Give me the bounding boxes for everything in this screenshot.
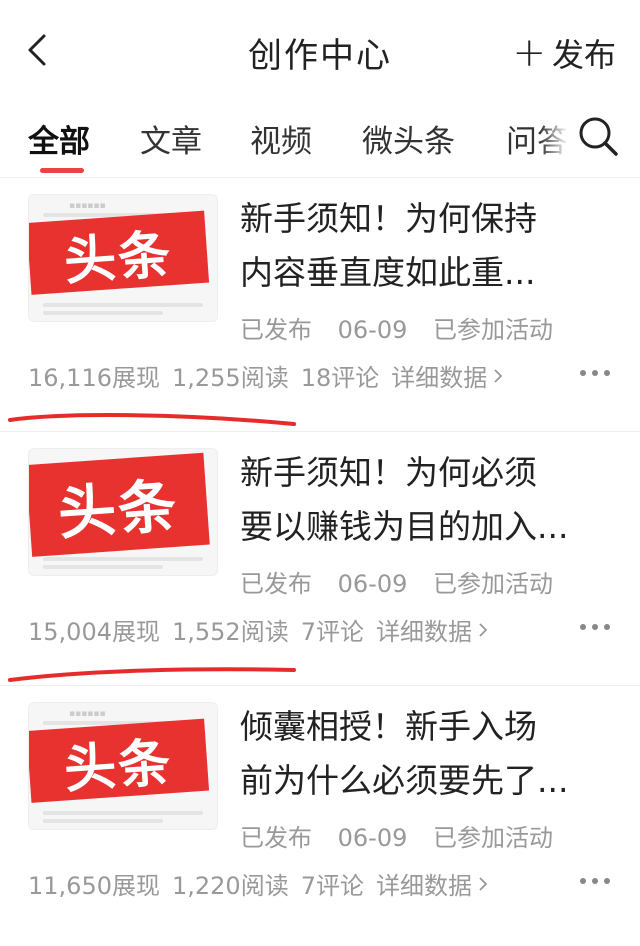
reads-count: 1,552阅读 [171, 618, 289, 646]
tab-all[interactable]: 全部 [28, 116, 90, 161]
article-thumbnail: ▪▪▪▪▪▪ 头条 [28, 194, 218, 322]
publish-date: 06-09 [337, 570, 408, 598]
comments-count: 18评论 [300, 364, 380, 392]
tab-videos[interactable]: 视频 [250, 116, 312, 161]
top-bar: 创作中心 + 发布 [0, 0, 640, 100]
toutiao-logo-banner: 头条 [29, 718, 210, 803]
more-options-icon[interactable] [578, 622, 612, 632]
impressions-count: 15,004展现 [28, 618, 160, 646]
article-meta: 已发布 06-09 已参加活动 [240, 818, 571, 853]
publish-label: 发布 [551, 36, 616, 74]
reads-count: 1,220阅读 [171, 872, 289, 900]
activity-status: 已参加活动 [433, 316, 554, 344]
article-title[interactable]: 倾囊相授！新手入场 前为什么必须要先了... [240, 700, 612, 808]
red-handdrawn-underline [8, 413, 296, 426]
tab-articles[interactable]: 文章 [140, 116, 202, 161]
article-title[interactable]: 新手须知！为何保持 内容垂直度如此重... [240, 192, 612, 300]
article-stats: 16,116展现 1,255阅读 18评论 详细数据 [28, 358, 515, 393]
article-stats: 15,004展现 1,552阅读 7评论 详细数据 [28, 612, 500, 647]
category-tabs: 全部 文章 视频 微头条 问答 [0, 100, 640, 178]
more-options-icon[interactable] [578, 876, 612, 886]
article-stats: 11,650展现 1,220阅读 7评论 详细数据 [28, 866, 500, 901]
article-item[interactable]: ▪▪▪▪▪▪ 头条 倾囊相授！新手入场 前为什么必须要先了... 已发布 06-… [0, 686, 640, 940]
publish-status: 已发布 [240, 570, 312, 598]
detail-data-link[interactable]: 详细数据 [376, 866, 488, 901]
publish-button[interactable]: + 发布 [512, 30, 616, 76]
impressions-count: 16,116展现 [28, 364, 160, 392]
toutiao-logo-banner: 头条 [29, 452, 210, 557]
chevron-right-icon [479, 876, 488, 891]
article-item[interactable]: ▪▪▪▪▪▪ 头条 新手须知！为何保持 内容垂直度如此重... 已发布 06-0… [0, 178, 640, 432]
detail-data-link[interactable]: 详细数据 [391, 358, 503, 393]
article-title[interactable]: 新手须知！为何必须 要以赚钱为目的加入... [240, 446, 612, 554]
tab-micro-headlines[interactable]: 微头条 [362, 116, 455, 161]
article-thumbnail: 头条 [28, 448, 218, 576]
activity-status: 已参加活动 [433, 824, 554, 852]
thumbnail-brand-mark: ▪▪▪▪▪▪ [69, 709, 106, 719]
plus-icon: + [512, 30, 546, 76]
toutiao-logo-banner: 头条 [29, 210, 210, 295]
publish-date: 06-09 [337, 316, 408, 344]
chevron-right-icon [494, 368, 503, 383]
detail-data-link[interactable]: 详细数据 [376, 612, 488, 647]
active-tab-indicator [40, 168, 84, 173]
activity-status: 已参加活动 [433, 570, 554, 598]
more-options-icon[interactable] [578, 368, 612, 378]
tab-fade [540, 100, 580, 177]
chevron-right-icon [479, 622, 488, 637]
article-meta: 已发布 06-09 已参加活动 [240, 564, 571, 599]
impressions-count: 11,650展现 [28, 872, 160, 900]
thumbnail-brand-mark: ▪▪▪▪▪▪ [69, 201, 106, 211]
comments-count: 7评论 [300, 872, 364, 900]
search-icon[interactable] [576, 114, 620, 158]
comments-count: 7评论 [300, 618, 364, 646]
red-handdrawn-underline [8, 667, 296, 682]
article-thumbnail: ▪▪▪▪▪▪ 头条 [28, 702, 218, 830]
article-meta: 已发布 06-09 已参加活动 [240, 310, 571, 345]
publish-date: 06-09 [337, 824, 408, 852]
article-item[interactable]: 头条 新手须知！为何必须 要以赚钱为目的加入... 已发布 06-09 已参加活… [0, 432, 640, 686]
publish-status: 已发布 [240, 316, 312, 344]
publish-status: 已发布 [240, 824, 312, 852]
reads-count: 1,255阅读 [171, 364, 289, 392]
